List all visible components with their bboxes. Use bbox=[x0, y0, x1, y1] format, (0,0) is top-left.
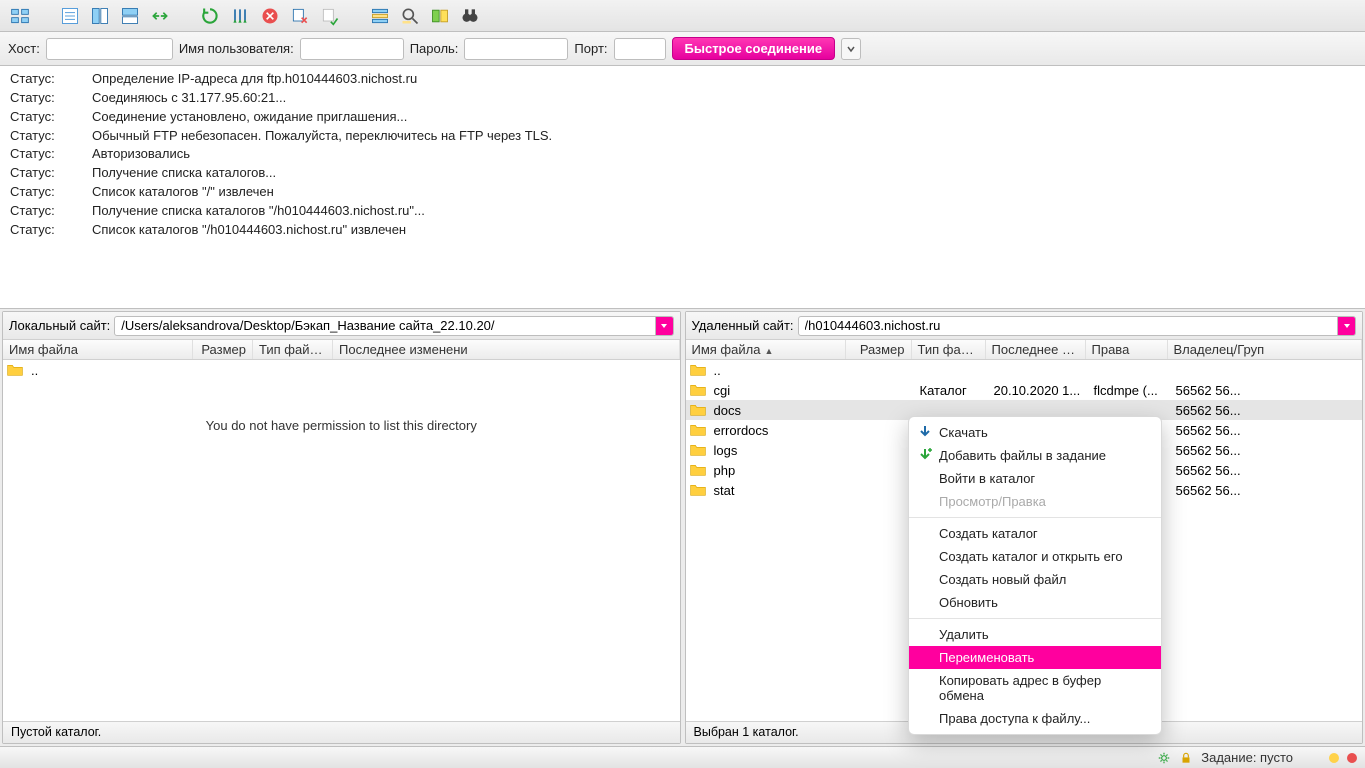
pass-input[interactable] bbox=[464, 38, 568, 60]
col-perms[interactable]: Права bbox=[1086, 340, 1168, 359]
ctx-sep bbox=[909, 517, 1161, 518]
gear-icon[interactable] bbox=[1157, 751, 1171, 765]
folder-icon bbox=[690, 403, 706, 417]
local-path-dropdown[interactable] bbox=[655, 317, 673, 335]
log-row: Статус:Определение IP-адреса для ftp.h01… bbox=[10, 70, 1355, 89]
add-queue-icon bbox=[917, 447, 933, 463]
ctx-sep bbox=[909, 618, 1161, 619]
ctx-delete[interactable]: Удалить bbox=[909, 623, 1161, 646]
port-input[interactable] bbox=[614, 38, 666, 60]
ctx-mkdir-enter[interactable]: Создать каталог и открыть его bbox=[909, 545, 1161, 568]
remote-path-dropdown[interactable] bbox=[1337, 317, 1355, 335]
remote-headers[interactable]: Имя файла Размер Тип файла Последнее изм… bbox=[686, 340, 1363, 360]
sync-browsing-icon[interactable] bbox=[148, 4, 172, 28]
quickconnect-bar: Хост: Имя пользователя: Пароль: Порт: Бы… bbox=[0, 32, 1365, 66]
folder-icon bbox=[690, 443, 706, 457]
ctx-view-edit: Просмотр/Правка bbox=[909, 490, 1161, 513]
col-size[interactable]: Размер bbox=[193, 340, 253, 359]
port-label: Порт: bbox=[574, 41, 607, 56]
folder-icon bbox=[690, 483, 706, 497]
log-row: Статус:Соединение установлено, ожидание … bbox=[10, 108, 1355, 127]
host-input[interactable] bbox=[46, 38, 173, 60]
ctx-download[interactable]: Скачать bbox=[909, 421, 1161, 444]
ctx-mkdir[interactable]: Создать каталог bbox=[909, 522, 1161, 545]
toggle-tree-icon[interactable] bbox=[88, 4, 112, 28]
local-status: Пустой каталог. bbox=[3, 721, 680, 743]
bottom-statusbar: Задание: пусто bbox=[0, 746, 1365, 768]
toggle-log-icon[interactable] bbox=[58, 4, 82, 28]
compare-icon[interactable] bbox=[428, 4, 452, 28]
remote-path-input[interactable] bbox=[799, 318, 1337, 333]
host-label: Хост: bbox=[8, 41, 40, 56]
empty-message: You do not have permission to list this … bbox=[3, 418, 680, 433]
folder-icon bbox=[690, 363, 706, 377]
search-icon[interactable] bbox=[398, 4, 422, 28]
local-site-label: Локальный сайт: bbox=[9, 318, 110, 333]
lock-icon[interactable] bbox=[1179, 751, 1193, 765]
ctx-perms[interactable]: Права доступа к файлу... bbox=[909, 707, 1161, 730]
parent-dir-name: .. bbox=[27, 363, 42, 378]
folder-icon bbox=[690, 423, 706, 437]
toggle-queue-icon[interactable] bbox=[118, 4, 142, 28]
disconnect-icon[interactable] bbox=[288, 4, 312, 28]
local-pane: Локальный сайт: Имя файла Размер Тип фай… bbox=[2, 311, 681, 744]
log-row: Статус:Список каталогов "/" извлечен bbox=[10, 183, 1355, 202]
activity-led-1 bbox=[1329, 753, 1339, 763]
col-owner[interactable]: Владелец/Груп bbox=[1168, 340, 1363, 359]
filter-icon[interactable] bbox=[368, 4, 392, 28]
activity-led-2 bbox=[1347, 753, 1357, 763]
col-type[interactable]: Тип файла bbox=[253, 340, 333, 359]
col-name[interactable]: Имя файла bbox=[3, 340, 193, 359]
download-icon bbox=[917, 424, 933, 440]
main-toolbar bbox=[0, 0, 1365, 32]
pass-label: Пароль: bbox=[410, 41, 459, 56]
message-log[interactable]: Статус:Определение IP-адреса для ftp.h01… bbox=[0, 66, 1365, 309]
context-menu: Скачать Добавить файлы в задание Войти в… bbox=[908, 416, 1162, 735]
user-label: Имя пользователя: bbox=[179, 41, 294, 56]
folder-icon bbox=[7, 363, 23, 377]
col-name[interactable]: Имя файла bbox=[686, 340, 846, 359]
ctx-newfile[interactable]: Создать новый файл bbox=[909, 568, 1161, 591]
log-row: Статус:Список каталогов "/h010444603.nic… bbox=[10, 221, 1355, 240]
ctx-refresh[interactable]: Обновить bbox=[909, 591, 1161, 614]
log-row: Статус:Соединяюсь с 31.177.95.60:21... bbox=[10, 89, 1355, 108]
quickconnect-button[interactable]: Быстрое соединение bbox=[672, 37, 836, 60]
folder-icon bbox=[690, 463, 706, 477]
cancel-icon[interactable] bbox=[258, 4, 282, 28]
table-row[interactable]: .. bbox=[686, 360, 1363, 380]
log-row: Статус:Обычный FTP небезопасен. Пожалуйс… bbox=[10, 127, 1355, 146]
log-row: Статус:Авторизовались bbox=[10, 145, 1355, 164]
log-row: Статус:Получение списка каталогов "/h010… bbox=[10, 202, 1355, 221]
reconnect-icon[interactable] bbox=[318, 4, 342, 28]
col-size[interactable]: Размер bbox=[846, 340, 912, 359]
col-modified[interactable]: Последнее измен bbox=[986, 340, 1086, 359]
parent-dir-row[interactable]: .. bbox=[3, 360, 680, 380]
ctx-rename[interactable]: Переименовать bbox=[909, 646, 1161, 669]
queue-status: Задание: пусто bbox=[1201, 750, 1293, 765]
col-type[interactable]: Тип файла bbox=[912, 340, 986, 359]
col-modified[interactable]: Последнее изменени bbox=[333, 340, 680, 359]
table-row[interactable]: cgiКаталог20.10.2020 1...flcdmpe (...565… bbox=[686, 380, 1363, 400]
remote-site-label: Удаленный сайт: bbox=[692, 318, 794, 333]
log-row: Статус:Получение списка каталогов... bbox=[10, 164, 1355, 183]
folder-icon bbox=[690, 383, 706, 397]
remote-pathbar: Удаленный сайт: bbox=[686, 312, 1363, 340]
user-input[interactable] bbox=[300, 38, 404, 60]
local-file-list[interactable]: .. You do not have permission to list th… bbox=[3, 360, 680, 721]
refresh-icon[interactable] bbox=[198, 4, 222, 28]
process-queue-icon[interactable] bbox=[228, 4, 252, 28]
sitemanager-icon[interactable] bbox=[8, 4, 32, 28]
local-pathbar: Локальный сайт: bbox=[3, 312, 680, 340]
quickconnect-history-dropdown[interactable] bbox=[841, 38, 861, 60]
binoculars-icon[interactable] bbox=[458, 4, 482, 28]
local-headers[interactable]: Имя файла Размер Тип файла Последнее изм… bbox=[3, 340, 680, 360]
ctx-copy-url[interactable]: Копировать адрес в буфер обмена bbox=[909, 669, 1161, 707]
local-path-input[interactable] bbox=[115, 318, 654, 333]
ctx-add-to-queue[interactable]: Добавить файлы в задание bbox=[909, 444, 1161, 467]
ctx-enter-dir[interactable]: Войти в каталог bbox=[909, 467, 1161, 490]
